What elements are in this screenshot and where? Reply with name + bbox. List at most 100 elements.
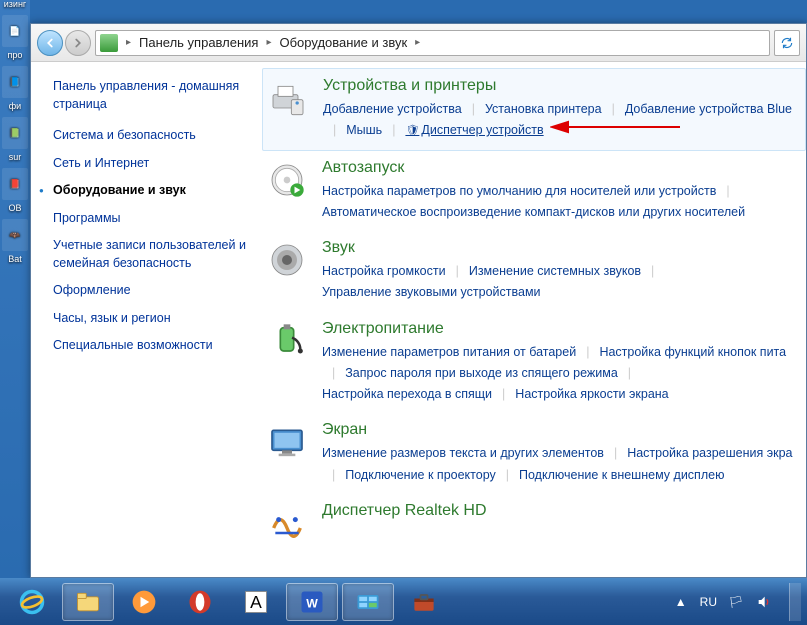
separator: | [322,465,345,486]
separator: | [602,99,625,120]
desktop-label: sur [0,153,30,162]
category-row: Электропитание Изменение параметров питан… [262,312,806,414]
category-sublink[interactable]: Изменение системных звуков [469,261,641,282]
svg-text:W: W [306,596,318,610]
taskbar-button[interactable] [62,583,114,621]
window-body: Панель управления - домашняя страница Си… [31,62,806,577]
chevron-right-icon[interactable]: ▸ [124,37,133,48]
chevron-right-icon[interactable]: ▸ [413,37,422,48]
desktop-icon[interactable]: 📕 [2,168,28,200]
sidebar-item[interactable]: Программы [53,210,246,228]
volume-icon[interactable] [755,593,773,611]
display-icon [266,421,308,463]
svg-text:A: A [250,592,262,612]
breadcrumb-item[interactable]: Оборудование и звук [276,33,412,52]
sidebar-item[interactable]: Оборудование и звук [53,182,246,200]
category-sublink[interactable]: Настройка перехода в спящи [322,384,492,405]
desktop-icon[interactable]: 📘 [2,66,28,98]
breadcrumb-item[interactable]: Панель управления [135,33,262,52]
taskbar-button[interactable] [118,583,170,621]
category-row: Экран Изменение размеров текста и других … [262,413,806,494]
category-sublink[interactable]: Изменение параметров питания от батарей [322,342,576,363]
desktop-label: Bat [0,255,30,264]
category-sublink[interactable]: Добавление устройства [323,99,462,120]
category-row: Диспетчер Realtek HD [262,494,806,552]
language-indicator[interactable]: RU [700,595,717,609]
separator: | [641,261,664,282]
category-sublink[interactable]: Запрос пароля при выходе из спящего режи… [345,363,618,384]
taskbar-button[interactable]: A [230,583,282,621]
separator: | [323,120,346,141]
taskbar-button[interactable] [6,583,58,621]
category-sublink[interactable]: Подключение к внешнему дисплею [519,465,724,486]
sidebar-item[interactable]: Учетные записи пользователей и семейная … [53,237,246,272]
category-title[interactable]: Электропитание [322,320,802,338]
sidebar-item[interactable]: Оформление [53,282,246,300]
category-sublink[interactable]: Диспетчер устройств [405,120,543,141]
category-row: Звук Настройка громкости |Изменение систем… [262,231,806,312]
category-sublink[interactable]: Автоматическое воспроизведение компакт-д… [322,202,745,223]
separator: | [604,443,627,464]
category-sublink[interactable]: Подключение к проектору [345,465,496,486]
category-row: Устройства и принтеры Добавление устройст… [262,68,806,151]
sidebar-item[interactable]: Часы, язык и регион [53,310,246,328]
main-content: Устройства и принтеры Добавление устройст… [256,62,806,577]
tray-up-icon[interactable]: ▲ [672,593,690,611]
desktop-icon[interactable]: 📄 [2,15,28,47]
sidebar-item[interactable]: Специальные возможности [53,337,246,355]
address-bar: ▸ Панель управления ▸ Оборудование и зву… [31,24,806,62]
category-sublink[interactable]: Настройка громкости [322,261,446,282]
separator: | [716,181,739,202]
chevron-right-icon[interactable]: ▸ [264,37,273,48]
control-panel-icon [100,34,118,52]
desktop-label: ОВ [0,204,30,213]
separator: | [496,465,519,486]
category-row: Автозапуск Настройка параметров по умолча… [262,151,806,232]
breadcrumb[interactable]: ▸ Панель управления ▸ Оборудование и зву… [95,30,770,56]
taskbar-button[interactable] [398,583,450,621]
separator: | [462,99,485,120]
flag-icon[interactable]: 🏳 [727,593,745,611]
desktop-label: фи [0,102,30,111]
annotation-arrow [550,120,680,134]
forward-button[interactable] [65,30,91,56]
back-button[interactable] [37,30,63,56]
category-sublink[interactable]: Изменение размеров текста и других элеме… [322,443,604,464]
taskbar-button[interactable]: W [286,583,338,621]
sidebar-item[interactable]: Сеть и Интернет [53,155,246,173]
separator: | [382,120,405,141]
category-title[interactable]: Экран [322,421,802,439]
separator: | [492,384,515,405]
category-sublink[interactable]: Добавление устройства Blue [625,99,792,120]
nav-buttons [37,30,91,56]
category-sublink[interactable]: Управление звуковыми устройствами [322,282,541,303]
show-desktop-button[interactable] [789,583,801,621]
desktop-icon[interactable]: 🦇 [2,219,28,251]
category-sublink[interactable]: Установка принтера [485,99,602,120]
desktop-icon[interactable]: 📗 [2,117,28,149]
system-tray: ▲ RU 🏳 [672,583,801,621]
sidebar-item[interactable]: Система и безопасность [53,127,246,145]
sound-icon [266,239,308,281]
category-title[interactable]: Звук [322,239,802,257]
category-sublink[interactable]: Мышь [346,120,382,141]
separator: | [322,363,345,384]
category-title[interactable]: Диспетчер Realtek HD [322,502,802,520]
desktop-label: про [0,51,30,60]
category-sublink[interactable]: Настройка параметров по умолчанию для но… [322,181,716,202]
desktop-icons-strip: изинг 📄 про 📘 фи 📗 sur 📕 ОВ 🦇 Bat [0,0,30,578]
taskbar-button[interactable] [342,583,394,621]
category-title[interactable]: Автозапуск [322,159,802,177]
power-icon [266,320,308,362]
separator: | [576,342,599,363]
sidebar-home-link[interactable]: Панель управления - домашняя страница [53,78,246,113]
taskbar-button[interactable] [174,583,226,621]
category-sublink[interactable]: Настройка функций кнопок пита [599,342,786,363]
category-sublink[interactable]: Настройка разрешения экра [627,443,792,464]
category-title[interactable]: Устройства и принтеры [323,77,801,95]
control-panel-window: ▸ Панель управления ▸ Оборудование и зву… [30,23,807,578]
realtek-icon [266,502,308,544]
category-sublink[interactable]: Настройка яркости экрана [515,384,668,405]
refresh-button[interactable] [774,30,800,56]
autoplay-icon [266,159,308,201]
